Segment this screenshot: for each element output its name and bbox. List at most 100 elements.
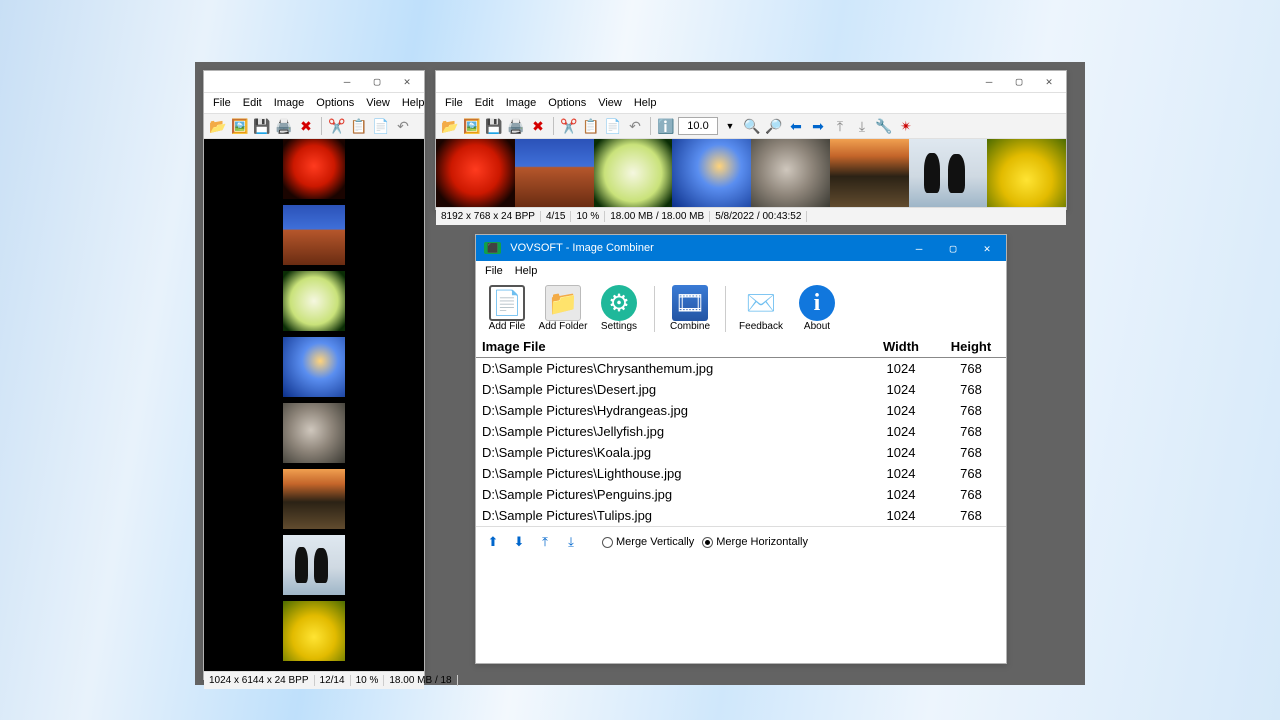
table-row[interactable]: D:\Sample Pictures\Desert.jpg1024768 <box>476 379 1006 400</box>
thumbnail-hydra[interactable] <box>594 139 673 207</box>
table-row[interactable]: D:\Sample Pictures\Chrysanthemum.jpg1024… <box>476 358 1006 380</box>
minimize-button[interactable]: — <box>332 71 362 92</box>
feedback-button[interactable]: ✉️ Feedback <box>736 285 786 332</box>
slideshow-icon[interactable]: 🖼️ <box>462 116 482 136</box>
thumbnail-flower[interactable] <box>283 139 345 199</box>
save-icon[interactable]: 💾 <box>484 116 504 136</box>
maximize-button[interactable]: ▢ <box>362 71 392 92</box>
maximize-button[interactable]: ▢ <box>936 235 970 261</box>
thumbnail-tulip[interactable] <box>987 139 1066 207</box>
merge-vertically-radio[interactable]: Merge Vertically <box>602 536 694 548</box>
menu-help[interactable]: Help <box>397 95 430 111</box>
thumbnail-flower[interactable] <box>436 139 515 207</box>
thumbnail-desert[interactable] <box>283 205 345 265</box>
image-viewport[interactable] <box>436 139 1066 207</box>
move-bottom-icon[interactable]: ⤓ <box>562 533 580 551</box>
table-row[interactable]: D:\Sample Pictures\Lighthouse.jpg1024768 <box>476 463 1006 484</box>
thumbnail-light[interactable] <box>283 469 345 529</box>
open-icon[interactable]: 📂 <box>208 116 228 136</box>
menu-view[interactable]: View <box>361 95 395 111</box>
close-button[interactable]: ✕ <box>970 235 1004 261</box>
move-bottom-icon[interactable]: ⤓ <box>852 116 872 136</box>
table-row[interactable]: D:\Sample Pictures\Hydrangeas.jpg1024768 <box>476 400 1006 421</box>
tools-icon[interactable]: 🔧 <box>874 116 894 136</box>
titlebar[interactable]: — ▢ ✕ <box>436 71 1066 93</box>
thumbnail-peng[interactable] <box>283 535 345 595</box>
menu-image[interactable]: Image <box>501 95 542 111</box>
slideshow-icon[interactable]: 🖼️ <box>230 116 250 136</box>
close-button[interactable]: ✕ <box>392 71 422 92</box>
cut-icon[interactable]: ✂️ <box>327 116 347 136</box>
about-button[interactable]: i About <box>792 285 842 332</box>
menu-view[interactable]: View <box>593 95 627 111</box>
delete-icon[interactable]: ✖ <box>296 116 316 136</box>
print-icon[interactable]: 🖨️ <box>506 116 526 136</box>
move-down-icon[interactable]: ⬇ <box>510 533 528 551</box>
menu-options[interactable]: Options <box>543 95 591 111</box>
titlebar[interactable]: ⬛ VOVSOFT - Image Combiner — ▢ ✕ <box>476 235 1006 261</box>
copy-icon[interactable]: 📋 <box>349 116 369 136</box>
col-width[interactable]: Width <box>866 336 936 358</box>
menu-help[interactable]: Help <box>510 263 543 279</box>
combine-button[interactable]: 🎞 Combine <box>665 285 715 332</box>
info-icon[interactable]: ℹ️ <box>656 116 676 136</box>
minimize-button[interactable]: — <box>902 235 936 261</box>
close-button[interactable]: ✕ <box>1034 71 1064 92</box>
menu-file[interactable]: File <box>208 95 236 111</box>
thumbnail-desert[interactable] <box>515 139 594 207</box>
menu-help[interactable]: Help <box>629 95 662 111</box>
thumbnail-jelly[interactable] <box>283 337 345 397</box>
image-viewer-horizontal: — ▢ ✕ File Edit Image Options View Help … <box>435 70 1067 210</box>
table-row[interactable]: D:\Sample Pictures\Koala.jpg1024768 <box>476 442 1006 463</box>
print-icon[interactable]: 🖨️ <box>274 116 294 136</box>
minimize-button[interactable]: — <box>974 71 1004 92</box>
menu-file[interactable]: File <box>480 263 508 279</box>
save-icon[interactable]: 💾 <box>252 116 272 136</box>
zoom-input[interactable] <box>678 117 718 135</box>
col-height[interactable]: Height <box>936 336 1006 358</box>
menu-file[interactable]: File <box>440 95 468 111</box>
delete-icon[interactable]: ✖ <box>528 116 548 136</box>
menu-edit[interactable]: Edit <box>470 95 499 111</box>
merge-horizontally-radio[interactable]: Merge Horizontally <box>702 536 808 548</box>
titlebar[interactable]: — ▢ ✕ <box>204 71 424 93</box>
thumbnail-koala[interactable] <box>751 139 830 207</box>
prev-icon[interactable]: ⬅ <box>786 116 806 136</box>
next-icon[interactable]: ➡ <box>808 116 828 136</box>
zoom-out-icon[interactable]: 🔎 <box>764 116 784 136</box>
copy-icon[interactable]: 📋 <box>581 116 601 136</box>
col-file[interactable]: Image File <box>476 336 866 358</box>
toolbar: 📂 🖼️ 💾 🖨️ ✖ ✂️ 📋 📄 ↶ <box>204 113 424 139</box>
paste-icon[interactable]: 📄 <box>371 116 391 136</box>
table-row[interactable]: D:\Sample Pictures\Tulips.jpg1024768 <box>476 505 1006 526</box>
cut-icon[interactable]: ✂️ <box>559 116 579 136</box>
table-row[interactable]: D:\Sample Pictures\Jellyfish.jpg1024768 <box>476 421 1006 442</box>
undo-icon[interactable]: ↶ <box>393 116 413 136</box>
thumbnail-hydra[interactable] <box>283 271 345 331</box>
move-up-icon[interactable]: ⬆ <box>484 533 502 551</box>
maximize-button[interactable]: ▢ <box>1004 71 1034 92</box>
thumbnail-koala[interactable] <box>283 403 345 463</box>
file-icon: 📄 <box>489 285 525 321</box>
move-top-icon[interactable]: ⤒ <box>536 533 554 551</box>
plugin-icon[interactable]: ✴ <box>896 116 916 136</box>
image-viewport[interactable] <box>204 139 424 671</box>
menu-options[interactable]: Options <box>311 95 359 111</box>
thumbnail-peng[interactable] <box>909 139 988 207</box>
zoom-in-icon[interactable]: 🔍 <box>742 116 762 136</box>
move-top-icon[interactable]: ⤒ <box>830 116 850 136</box>
menu-edit[interactable]: Edit <box>238 95 267 111</box>
table-row[interactable]: D:\Sample Pictures\Penguins.jpg1024768 <box>476 484 1006 505</box>
thumbnail-light[interactable] <box>830 139 909 207</box>
open-icon[interactable]: 📂 <box>440 116 460 136</box>
dropdown-icon[interactable]: ▼ <box>720 116 740 136</box>
undo-icon[interactable]: ↶ <box>625 116 645 136</box>
thumbnail-jelly[interactable] <box>672 139 751 207</box>
settings-button[interactable]: ⚙ Settings <box>594 285 644 332</box>
add-file-button[interactable]: 📄 Add File <box>482 285 532 332</box>
paste-icon[interactable]: 📄 <box>603 116 623 136</box>
menubar: File Help <box>476 261 1006 281</box>
add-folder-button[interactable]: 📁 Add Folder <box>538 285 588 332</box>
thumbnail-tulip[interactable] <box>283 601 345 661</box>
menu-image[interactable]: Image <box>269 95 310 111</box>
